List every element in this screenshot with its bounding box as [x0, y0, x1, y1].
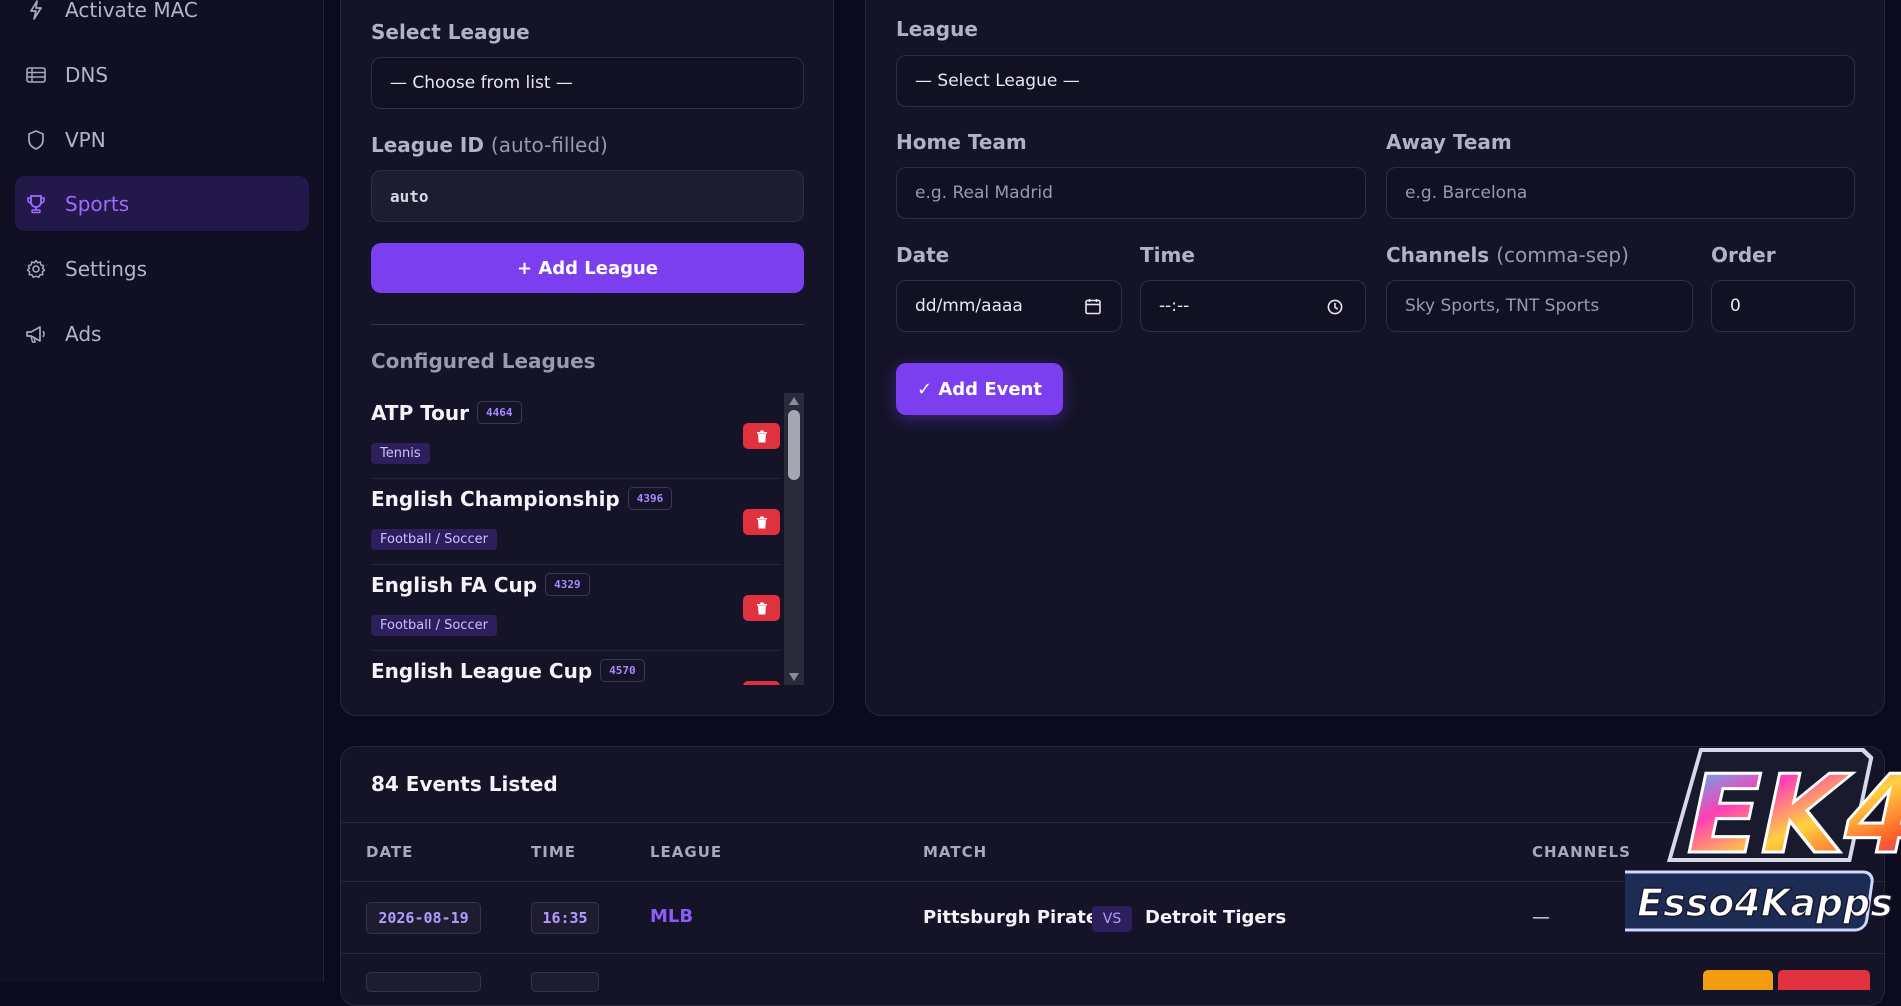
time-label: Time — [1140, 243, 1195, 267]
list-item: English League Cup 4570 — [371, 651, 781, 685]
league-name: English League Cup — [371, 659, 593, 683]
delete-league-button[interactable] — [743, 423, 780, 449]
event-home-team: Pittsburgh Pirates — [923, 907, 1109, 928]
shield-icon — [25, 112, 47, 167]
sidebar-item-activate-mac[interactable]: Activate MAC — [15, 0, 309, 37]
divider — [371, 324, 804, 325]
configured-leagues-title: Configured Leagues — [371, 349, 596, 373]
sidebar-item-ads[interactable]: Ads — [15, 306, 309, 361]
sport-tag: Football / Soccer — [371, 615, 497, 636]
event-channels: — — [1532, 907, 1550, 928]
add-league-button[interactable]: + Add League — [371, 243, 804, 293]
league-id-badge: 4329 — [545, 573, 590, 596]
sport-tag: Football / Soccer — [371, 529, 497, 550]
scrollbar[interactable] — [784, 393, 804, 685]
svg-text:EK4: EK4 — [1674, 752, 1901, 878]
brand-logo-watermark: EK4 Esso4Kapps — [1603, 740, 1901, 955]
configured-leagues-list: ATP Tour 4464 Tennis English Championship… — [371, 393, 804, 685]
edit-event-button[interactable] — [1703, 970, 1773, 990]
sidebar-item-dns[interactable]: DNS — [15, 47, 309, 102]
league-id-label: League ID (auto-filled) — [371, 133, 608, 157]
order-label: Order — [1711, 243, 1776, 267]
column-header-date: DATE — [366, 843, 414, 861]
sidebar: Activate MAC DNS VPN Sports Settings Ads — [0, 0, 324, 982]
date-label: Date — [896, 243, 950, 267]
delete-event-button[interactable] — [1778, 970, 1870, 990]
league-name: English Championship — [371, 487, 620, 511]
column-header-league: LEAGUE — [650, 843, 723, 861]
column-header-time: TIME — [531, 843, 576, 861]
league-select[interactable]: — Choose from list — — [371, 57, 804, 109]
sidebar-item-label: Settings — [65, 256, 148, 281]
delete-league-button[interactable] — [743, 681, 780, 685]
event-date — [366, 972, 481, 992]
list-item: English FA Cup 4329 Football / Soccer — [371, 565, 781, 651]
away-team-input[interactable]: e.g. Barcelona — [1386, 167, 1855, 219]
league-id-badge: 4464 — [477, 401, 522, 424]
list-item: ATP Tour 4464 Tennis — [371, 393, 781, 479]
away-team-label: Away Team — [1386, 130, 1512, 154]
delete-league-button[interactable] — [743, 509, 780, 535]
megaphone-icon — [25, 306, 47, 361]
add-event-button[interactable]: ✓ Add Event — [896, 363, 1063, 415]
date-input[interactable]: dd/mm/aaaa — [896, 280, 1122, 332]
select-league-label: Select League — [371, 20, 530, 44]
delete-league-button[interactable] — [743, 595, 780, 621]
home-team-label: Home Team — [896, 130, 1027, 154]
order-input[interactable]: 0 — [1711, 280, 1855, 332]
channels-label: Channels (comma-sep) — [1386, 243, 1629, 267]
svg-text:Esso4Kapps: Esso4Kapps — [1637, 881, 1893, 925]
league-name: ATP Tour — [371, 401, 470, 425]
league-label: League — [896, 17, 978, 41]
league-id-badge: 4570 — [600, 659, 645, 682]
scroll-down-arrow[interactable] — [789, 673, 799, 681]
event-league[interactable]: MLB — [650, 906, 693, 927]
sport-tag: Tennis — [371, 443, 430, 464]
trophy-icon — [25, 176, 47, 231]
channels-input[interactable]: Sky Sports, TNT Sports — [1386, 280, 1693, 332]
column-header-channels: CHANNELS — [1532, 843, 1631, 861]
list-item: English Championship 4396 Football / Socc… — [371, 479, 781, 565]
column-header-match: MATCH — [923, 843, 988, 861]
scroll-up-arrow[interactable] — [789, 397, 799, 405]
time-input[interactable]: --:-- — [1140, 280, 1366, 332]
sidebar-item-label: DNS — [65, 62, 109, 87]
sidebar-item-sports[interactable]: Sports — [15, 176, 309, 231]
event-away-team: Detroit Tigers — [1145, 907, 1287, 928]
league-name: English FA Cup — [371, 573, 538, 597]
gear-icon — [25, 241, 47, 296]
sidebar-item-settings[interactable]: Settings — [15, 241, 309, 296]
event-date: 2026-08-19 — [366, 902, 481, 934]
trash-icon — [756, 602, 767, 614]
vs-badge: VS — [1092, 906, 1132, 932]
sidebar-item-label: VPN — [65, 127, 106, 152]
add-event-card — [865, 0, 1885, 716]
sidebar-item-vpn[interactable]: VPN — [15, 112, 309, 167]
event-time — [531, 972, 599, 992]
scrollbar-thumb[interactable] — [788, 410, 800, 480]
event-time: 16:35 — [531, 902, 599, 934]
list-icon — [25, 47, 47, 102]
sidebar-item-label: Activate MAC — [65, 0, 198, 22]
sidebar-item-label: Ads — [65, 321, 102, 346]
trash-icon — [756, 516, 767, 528]
events-count-title: 84 Events Listed — [371, 772, 558, 796]
trash-icon — [756, 430, 767, 442]
sidebar-item-label: Sports — [65, 191, 130, 216]
league-id-badge: 4396 — [627, 487, 673, 510]
bolt-icon — [25, 0, 47, 37]
home-team-input[interactable]: e.g. Real Madrid — [896, 167, 1366, 219]
league-id-field: auto — [371, 170, 804, 222]
event-league-select[interactable]: — Select League — — [896, 55, 1855, 107]
calendar-icon[interactable] — [1085, 298, 1101, 315]
clock-icon[interactable] — [1327, 299, 1343, 315]
